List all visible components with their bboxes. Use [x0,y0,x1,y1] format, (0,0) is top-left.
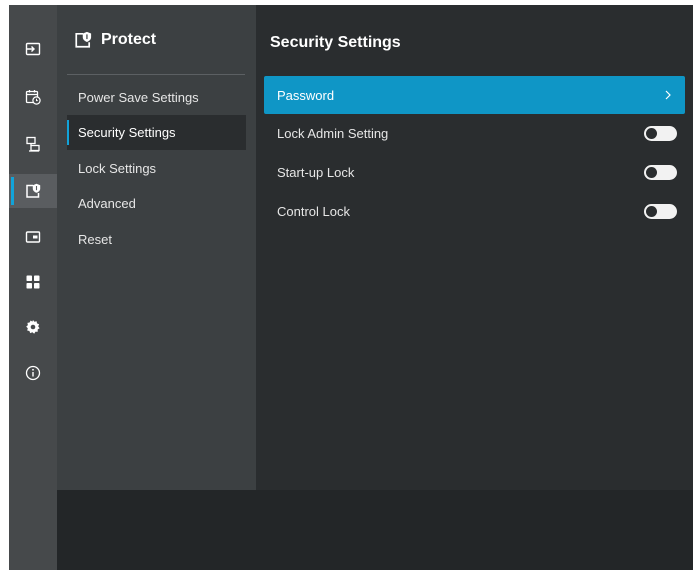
rail-item-apps[interactable] [9,265,57,299]
gear-icon [26,320,40,334]
pip-icon [25,231,41,243]
password-row[interactable]: Password [264,76,685,114]
submenu-item-label: Advanced [78,196,136,211]
rail-item-info[interactable] [9,356,57,390]
footer-bar [57,490,693,570]
rail-item-pip[interactable] [9,220,57,254]
submenu-item-advanced[interactable]: Advanced [67,186,246,221]
submenu-title: Protect [73,31,156,49]
control-lock-toggle[interactable] [644,203,677,219]
rail-item-schedule[interactable] [9,80,57,114]
protect-icon [75,31,92,48]
rail-item-settings[interactable] [9,310,57,344]
submenu-item-label: Power Save Settings [78,90,199,105]
multi-display-icon [26,136,40,152]
divider [67,74,245,75]
chevron-right-icon [665,90,671,100]
rail-item-protect[interactable] [9,174,57,208]
input-icon [25,42,41,56]
submenu-item-label: Security Settings [78,125,176,140]
osd-window: Protect Power Save Settings Security Set… [9,5,693,570]
submenu-panel: Protect Power Save Settings Security Set… [57,5,256,490]
rail-item-multi-display[interactable] [9,127,57,161]
main-panel: Security Settings Password Lock Admin Se… [256,5,693,490]
submenu-item-power-save[interactable]: Power Save Settings [67,80,246,115]
protect-icon [26,183,41,198]
submenu-item-reset[interactable]: Reset [67,222,246,257]
rail-item-input[interactable] [9,32,57,66]
lock-admin-setting-row[interactable]: Lock Admin Setting [264,114,685,152]
row-label: Lock Admin Setting [277,125,389,141]
icon-rail [9,5,57,570]
lock-admin-setting-toggle[interactable] [644,125,677,141]
schedule-icon [25,90,41,105]
start-up-lock-toggle[interactable] [644,164,677,180]
page-title: Security Settings [270,34,401,51]
submenu-item-lock[interactable]: Lock Settings [67,151,246,186]
submenu-title-text: Protect [101,31,157,48]
row-label: Password [277,87,335,103]
row-label: Start-up Lock [277,164,355,180]
row-label: Control Lock [277,203,350,219]
apps-grid-icon [26,275,40,289]
control-lock-row[interactable]: Control Lock [264,192,685,230]
info-icon [25,365,41,381]
submenu-item-security[interactable]: Security Settings [67,115,246,150]
submenu-item-label: Reset [78,232,112,247]
start-up-lock-row[interactable]: Start-up Lock [264,153,685,191]
submenu-item-label: Lock Settings [78,161,157,176]
